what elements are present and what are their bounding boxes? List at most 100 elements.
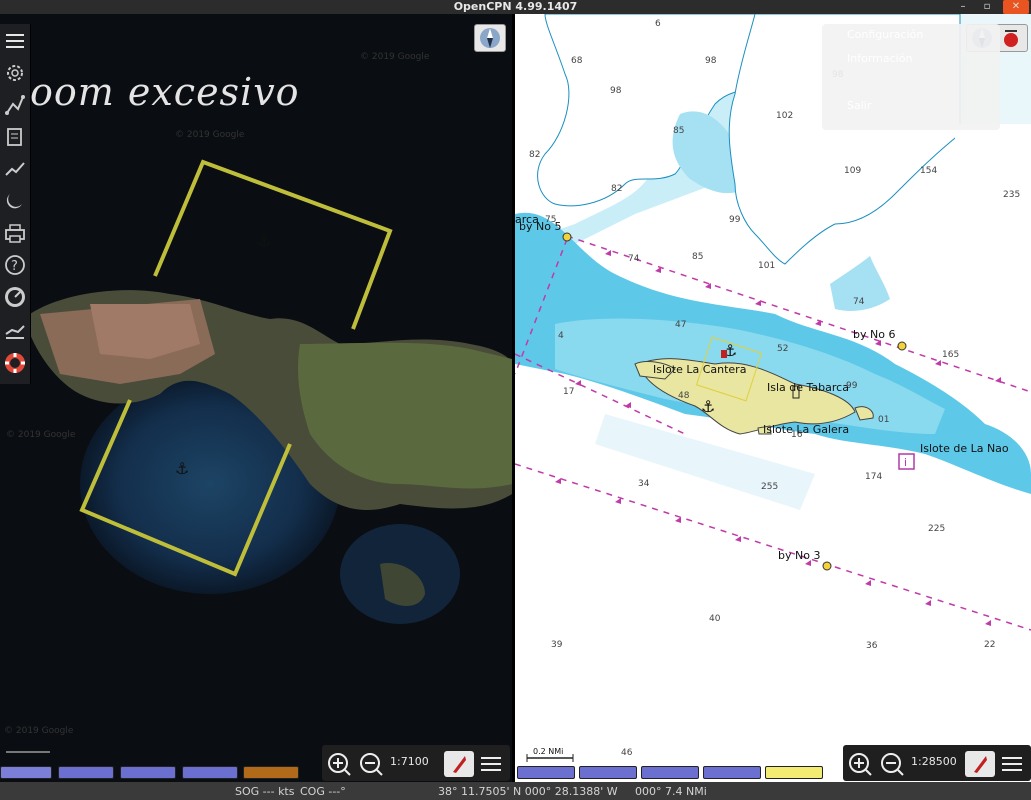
chart-bar-pill[interactable] (0, 766, 52, 779)
chart-bar-pill[interactable] (641, 766, 699, 779)
sounding: 98 (610, 86, 622, 96)
sounding: 85 (692, 252, 704, 262)
help-icon[interactable]: ? (2, 252, 28, 278)
sounding: 40 (709, 614, 721, 624)
label-islote-galera: Islote La Galera (763, 423, 850, 436)
watermark: © 2019 Google (360, 52, 430, 62)
chart-bar-pill[interactable] (182, 766, 238, 779)
chart-bar-pill[interactable] (765, 766, 823, 779)
label-islote-cantera: Islote La Cantera (653, 363, 747, 376)
sounding: 6 (655, 19, 661, 29)
maximize-icon[interactable]: ▫ (976, 0, 998, 14)
sounding: 82 (529, 150, 541, 160)
svg-text:i: i (904, 456, 907, 469)
sounding: 154 (920, 166, 938, 176)
chart-bar-pill[interactable] (243, 766, 299, 779)
sounding: 68 (571, 56, 583, 66)
north-compass-left[interactable] (474, 24, 506, 52)
scale-bar-label: 0.2 NMi (533, 747, 564, 756)
sounding: 99 (729, 215, 741, 225)
watermark: © 2019 Google (175, 130, 245, 140)
watermark: © 2019 Google (6, 430, 76, 440)
menu-item-informacion[interactable]: Información (847, 52, 912, 65)
sounding: 47 (675, 320, 687, 330)
chart-bar-pill[interactable] (579, 766, 637, 779)
chart-menu-icon[interactable] (999, 751, 1025, 777)
zoom-warning-text: oom excesivo (30, 70, 300, 114)
buoy-5[interactable] (562, 232, 572, 242)
chart-menu-icon[interactable] (478, 751, 504, 777)
follow-boat-icon[interactable] (444, 751, 474, 777)
overflow-menu: Configuración Información Salir (822, 24, 1000, 130)
sounding: 235 (1003, 190, 1021, 200)
minimize-icon[interactable]: – (952, 0, 974, 14)
route-icon[interactable] (2, 92, 28, 118)
menu-item-configuracion[interactable]: Configuración (847, 28, 923, 41)
sounding: 52 (777, 344, 789, 354)
ais-icon[interactable] (2, 316, 28, 342)
tide-icon[interactable] (2, 188, 28, 214)
sounding: 4 (558, 331, 564, 341)
zoom-in-icon[interactable] (847, 751, 873, 777)
label-buoy-3: by No 3 (778, 549, 821, 562)
sounding: 85 (673, 126, 685, 136)
menu-item-salir[interactable]: Salir (847, 99, 871, 112)
mob-icon[interactable] (2, 350, 28, 376)
window-titlebar: OpenCPN 4.99.1407 (0, 0, 1031, 14)
watermark: © 2019 Google (4, 726, 74, 736)
chart-bar-pill[interactable] (703, 766, 761, 779)
label-isla-tabarca: Isla de Tabarca (767, 381, 849, 394)
sounding: 174 (865, 472, 883, 482)
sounding: 34 (638, 479, 650, 489)
scale-readout-left: 1:7100 (390, 755, 429, 768)
svg-text:?: ? (11, 259, 18, 274)
zoom-in-icon[interactable] (326, 751, 352, 777)
label-islote-nao: Islote de La Nao (920, 442, 1009, 455)
print-icon[interactable] (2, 220, 28, 246)
status-position: 38° 11.7505' N 000° 28.1388' W (438, 785, 618, 798)
sounding: 74 (628, 254, 640, 264)
main-toolbar: ? (0, 24, 31, 384)
settings-icon[interactable] (2, 60, 28, 86)
sounding: 48 (678, 391, 690, 401)
sounding: 46 (621, 748, 633, 758)
zoom-bar-right: 1:28500 (843, 745, 1031, 781)
sounding: 109 (844, 166, 862, 176)
sounding: 101 (758, 261, 776, 271)
scale-readout-right: 1:28500 (911, 755, 957, 768)
follow-boat-icon[interactable] (965, 751, 995, 777)
anchorage-icon: ⚓ (257, 231, 271, 250)
dashboard-icon[interactable] (2, 284, 28, 310)
track-icon[interactable] (2, 156, 28, 182)
status-bar: SOG --- kts COG ---° 38° 11.7505' N 000°… (0, 782, 1031, 800)
sounding: 82 (611, 184, 623, 194)
chart-bar-pill[interactable] (120, 766, 176, 779)
chart-bar-pill[interactable] (517, 766, 575, 779)
status-cog: COG ---° (300, 785, 346, 798)
anchorage-icon: ⚓ (175, 459, 189, 478)
sounding: 98 (705, 56, 717, 66)
menu-icon[interactable] (2, 28, 28, 54)
zoom-out-icon[interactable] (879, 751, 905, 777)
sounding: 36 (866, 641, 878, 651)
label-buoy-6: by No 6 (853, 328, 896, 341)
zoom-out-icon[interactable] (358, 751, 384, 777)
sounding: 22 (984, 640, 996, 650)
sounding: 17 (563, 387, 575, 397)
buoy-3[interactable] (822, 561, 832, 571)
buoy-6[interactable] (897, 341, 907, 351)
status-bearing: 000° 7.4 NMi (635, 785, 707, 798)
satellite-chart-pane[interactable]: ⚓ ⚓ oom excesivo © 2019 Google © 2019 Go… (0, 14, 512, 782)
status-sog: SOG --- kts (235, 785, 295, 798)
sounding: 165 (942, 350, 960, 360)
sounding: 01 (878, 415, 890, 425)
sounding: 74 (853, 297, 865, 307)
sounding: 39 (551, 640, 563, 650)
anchorage-icon: ⚓ (701, 397, 715, 416)
label-buoy-5: by No 5 (519, 220, 562, 233)
satellite-imagery: ⚓ ⚓ (0, 14, 512, 782)
close-window-icon[interactable]: ✕ (1003, 0, 1029, 14)
zoom-bar-left: 1:7100 (322, 745, 510, 781)
chart-bar-pill[interactable] (58, 766, 114, 779)
documents-icon[interactable] (2, 124, 28, 150)
